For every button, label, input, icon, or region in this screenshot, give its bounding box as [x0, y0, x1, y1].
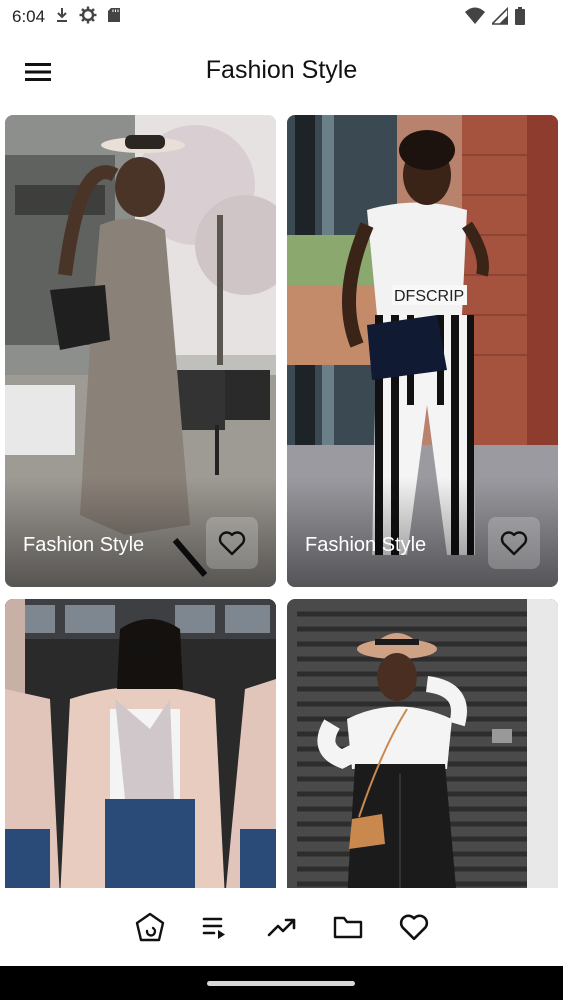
nav-home[interactable] — [134, 911, 166, 943]
card-label: Fashion Style — [305, 534, 427, 556]
app-bar: Fashion Style — [0, 34, 563, 110]
trending-icon — [267, 918, 295, 937]
heart-outline-icon — [399, 914, 428, 941]
nav-folder[interactable] — [332, 911, 364, 943]
image-grid: Fashion Style DFSCRIP Fashion Style — [0, 110, 563, 888]
gesture-bar — [0, 966, 563, 1000]
signal-icon — [490, 6, 509, 30]
home-gesture-handle[interactable] — [207, 981, 355, 986]
image-card[interactable]: Fashion Style — [5, 115, 276, 587]
status-right-icons — [465, 6, 525, 30]
heart-outline-icon — [218, 531, 246, 556]
home-icon — [135, 912, 164, 942]
favorite-button[interactable] — [488, 517, 540, 569]
bottom-nav — [0, 888, 563, 966]
image-card[interactable] — [287, 599, 558, 888]
favorite-button[interactable] — [206, 517, 258, 569]
battery-icon — [515, 7, 525, 30]
image-card[interactable]: DFSCRIP Fashion Style — [287, 115, 558, 587]
page-title: Fashion Style — [205, 56, 358, 84]
status-left-icons — [55, 6, 121, 29]
card-image-pink-blazer — [5, 599, 276, 888]
nav-playlist[interactable] — [200, 911, 232, 943]
svg-text:DFSCRIP: DFSCRIP — [394, 288, 464, 305]
card-image-leather-skirt — [287, 599, 558, 888]
wifi-icon — [465, 7, 485, 30]
sd-card-icon — [107, 7, 121, 28]
card-label: Fashion Style — [23, 534, 145, 556]
nav-favorites[interactable] — [398, 911, 430, 943]
status-bar: 6:04 — [0, 0, 563, 34]
folder-icon — [333, 916, 362, 939]
heart-outline-icon — [500, 531, 528, 556]
download-icon — [55, 7, 69, 28]
playlist-icon — [202, 917, 225, 939]
nav-trending[interactable] — [266, 911, 298, 943]
settings-icon — [79, 6, 97, 29]
image-card[interactable] — [5, 599, 276, 888]
status-time: 6:04 — [12, 7, 46, 26]
